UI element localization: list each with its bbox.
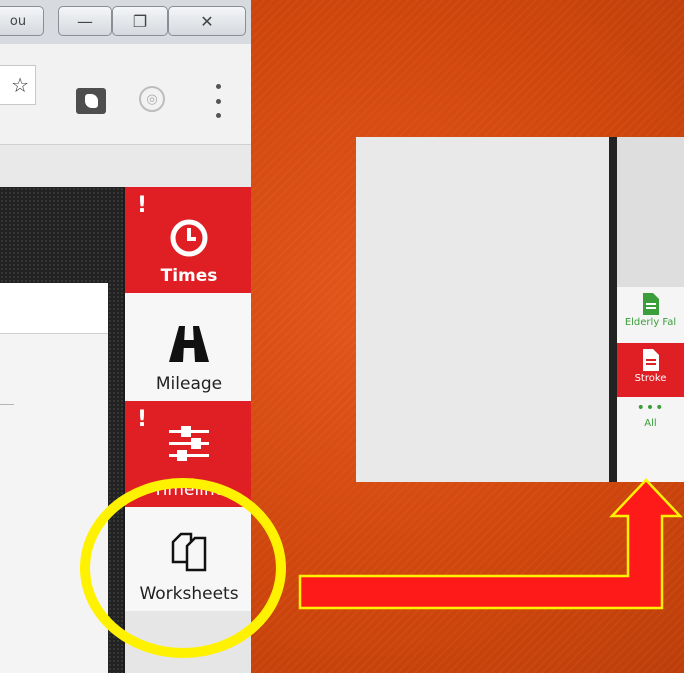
callout-arrow xyxy=(298,478,683,610)
